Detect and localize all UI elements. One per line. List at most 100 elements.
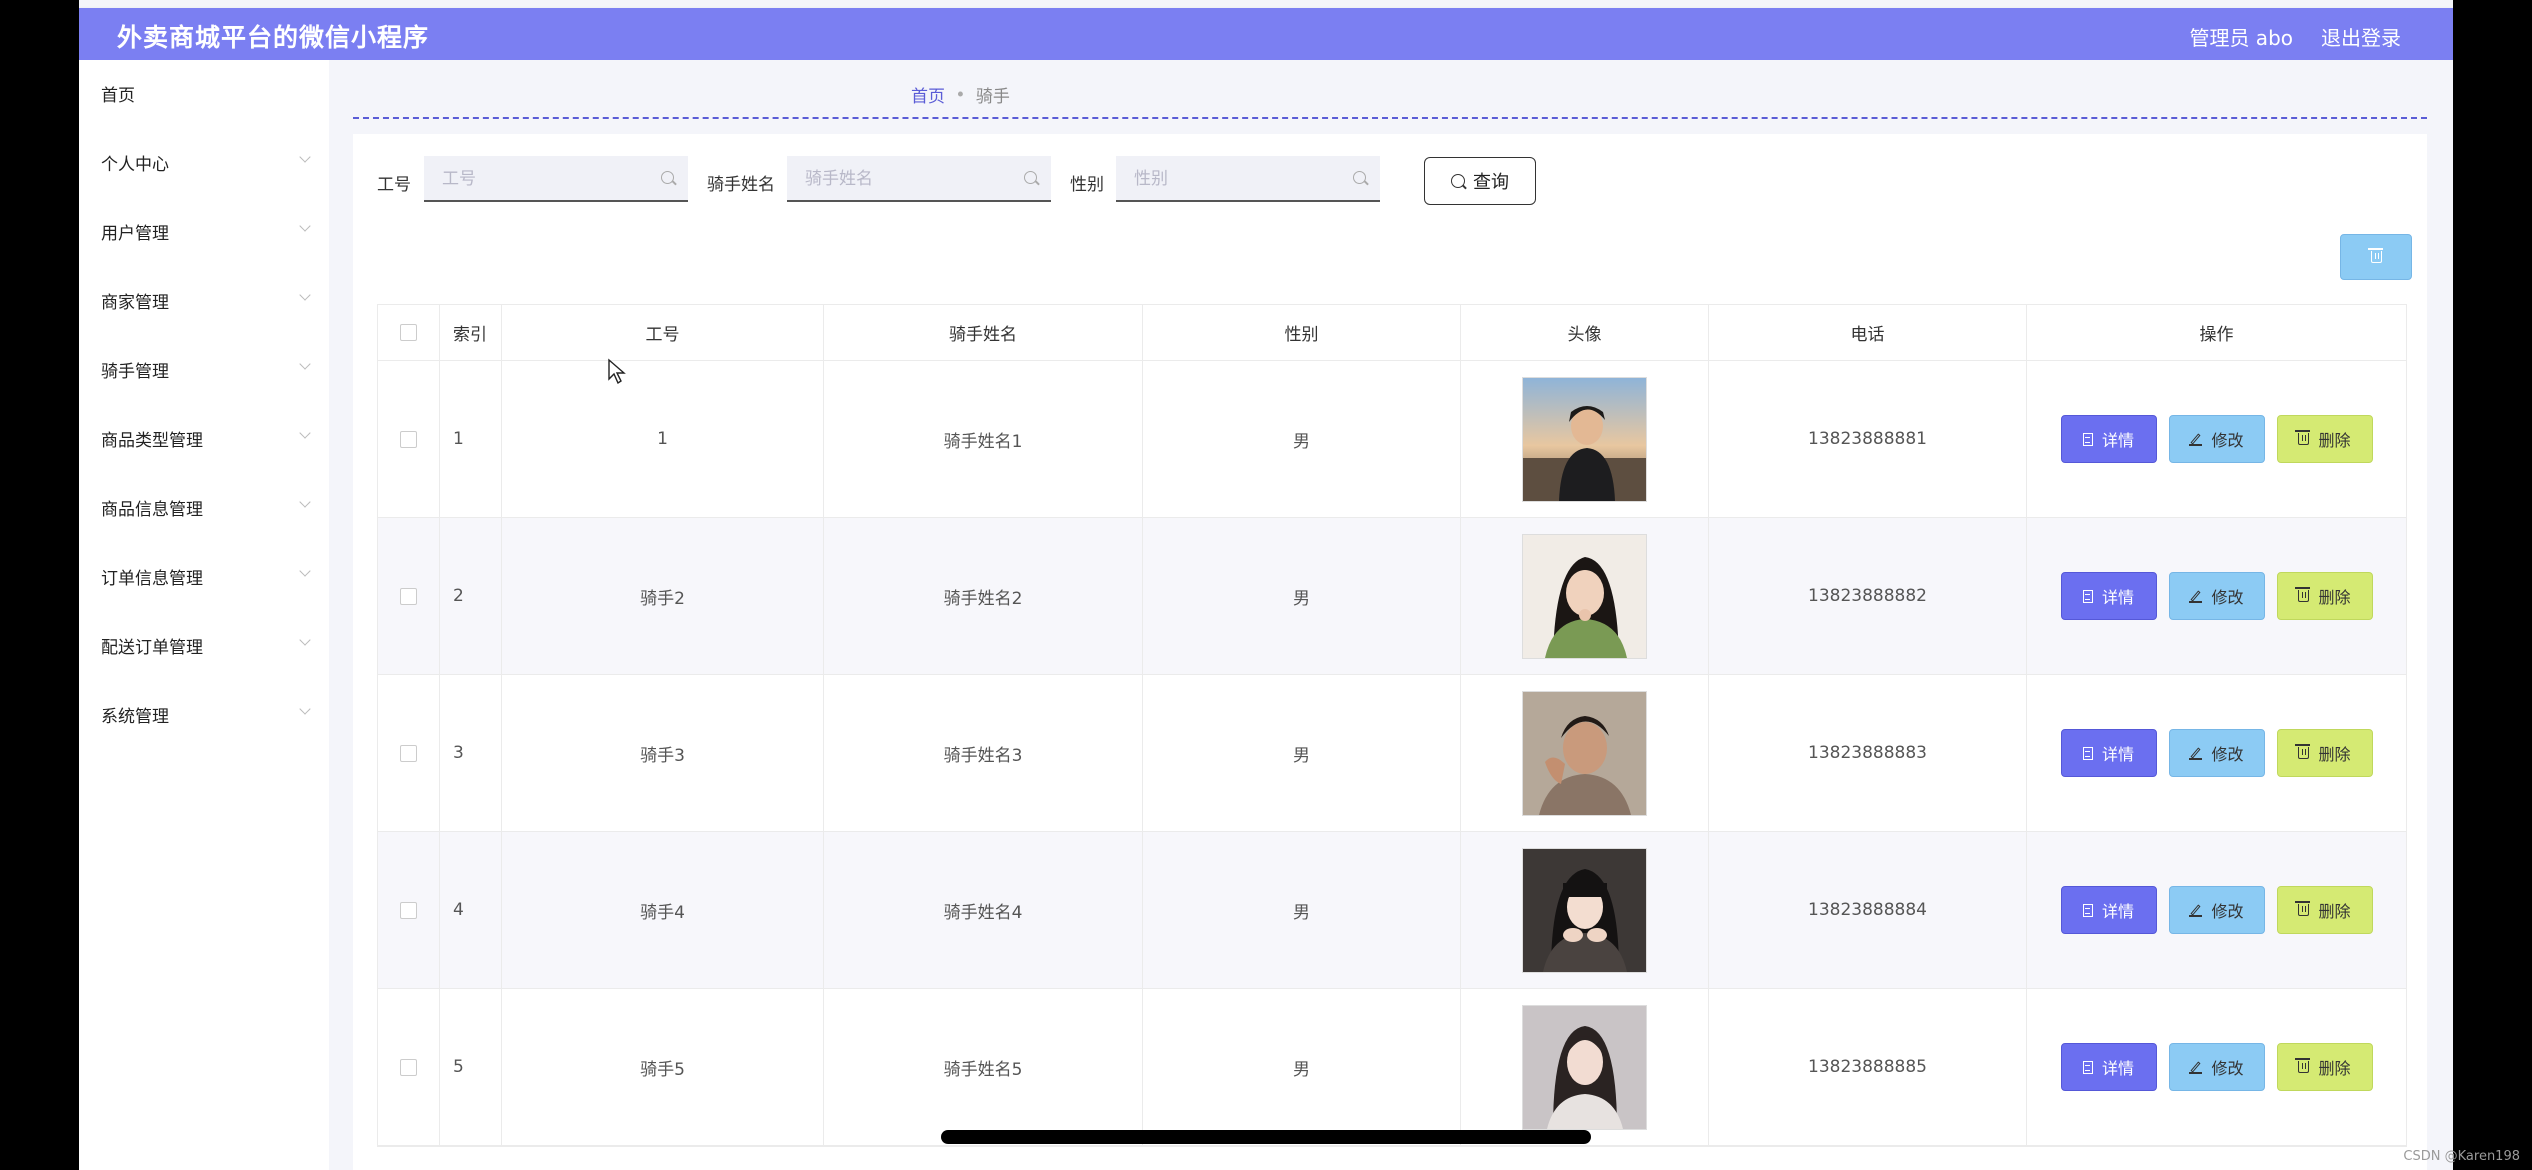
search-id-field[interactable]	[424, 156, 688, 202]
search-name-field[interactable]	[787, 156, 1051, 202]
trash-icon	[2295, 1058, 2311, 1073]
edit-button-label: 修改	[2211, 588, 2244, 607]
breadcrumb-home[interactable]: 首页	[911, 82, 945, 107]
table-row: 5 骑手5 骑手姓名5 男 13823888885 详情 修改 删除	[378, 989, 2406, 1146]
edit-button[interactable]: 修改	[2168, 572, 2265, 620]
sidebar-item-label: 商品信息管理	[101, 499, 203, 520]
sidebar-item-label: 订单信息管理	[101, 568, 203, 589]
detail-button[interactable]: 详情	[2060, 1043, 2157, 1091]
cell-index: 2	[440, 518, 502, 674]
sidebar: 首页 个人中心 用户管理 商家管理 骑手管理 商品类型管理 商品信息管理 订单信…	[79, 60, 329, 1170]
row-checkbox[interactable]	[400, 744, 417, 762]
document-icon	[2082, 1060, 2093, 1074]
row-select-cell	[378, 361, 440, 517]
sidebar-item-delivery-order-management[interactable]: 配送订单管理	[101, 630, 321, 660]
cell-actions: 详情 修改 删除	[2027, 675, 2406, 831]
search-icon	[661, 171, 674, 184]
chevron-down-icon	[299, 289, 311, 301]
delete-button-label: 删除	[2318, 431, 2351, 450]
sidebar-item-order-info-management[interactable]: 订单信息管理	[101, 561, 321, 591]
search-id-input[interactable]	[440, 166, 654, 192]
avatar	[1522, 533, 1647, 659]
search-name-input[interactable]	[803, 166, 1017, 192]
bulk-delete-button[interactable]	[2340, 234, 2412, 280]
breadcrumb-current: 骑手	[975, 87, 1010, 107]
row-checkbox[interactable]	[400, 587, 417, 605]
search-gender-input[interactable]	[1132, 166, 1346, 192]
chevron-down-icon	[299, 358, 311, 370]
sidebar-item-label: 个人中心	[101, 154, 169, 175]
cell-avatar	[1461, 518, 1709, 674]
row-checkbox[interactable]	[400, 430, 417, 448]
cell-avatar	[1461, 832, 1709, 988]
delete-button[interactable]: 删除	[2276, 1043, 2373, 1091]
cell-gender: 男	[1143, 518, 1461, 674]
sidebar-item-personal-center[interactable]: 个人中心	[101, 147, 321, 177]
select-all-checkbox[interactable]	[400, 324, 417, 341]
home-indicator[interactable]	[941, 1130, 1591, 1144]
column-header-actions: 操作	[2199, 325, 2234, 345]
chevron-down-icon	[299, 151, 311, 163]
row-select-cell	[378, 989, 440, 1145]
table-row: 2 骑手2 骑手姓名2 男 13823888882 详情 修改 删除	[378, 518, 2406, 675]
document-icon	[2082, 432, 2093, 446]
document-icon	[2082, 746, 2093, 760]
detail-button[interactable]: 详情	[2060, 572, 2157, 620]
cell-index: 5	[440, 989, 502, 1145]
cell-id: 骑手4	[502, 832, 824, 988]
edit-icon	[2189, 590, 2203, 603]
sidebar-item-system-management[interactable]: 系统管理	[101, 699, 321, 729]
detail-button-label: 详情	[2101, 431, 2134, 450]
sidebar-item-rider-management[interactable]: 骑手管理	[101, 354, 321, 384]
cell-actions: 详情 修改 删除	[2027, 361, 2406, 517]
sidebar-item-product-info-management[interactable]: 商品信息管理	[101, 492, 321, 522]
avatar	[1522, 690, 1647, 816]
edit-button[interactable]: 修改	[2168, 1043, 2265, 1091]
delete-button-label: 删除	[2318, 745, 2351, 764]
column-header-index: 索引	[440, 305, 502, 360]
trash-icon	[2367, 248, 2383, 263]
row-checkbox[interactable]	[400, 901, 417, 919]
delete-button[interactable]: 删除	[2276, 572, 2373, 620]
delete-button[interactable]: 删除	[2276, 415, 2373, 463]
detail-button[interactable]: 详情	[2060, 415, 2157, 463]
sidebar-item-user-management[interactable]: 用户管理	[101, 216, 321, 246]
search-gender-field[interactable]	[1116, 156, 1380, 202]
row-checkbox[interactable]	[400, 1058, 417, 1076]
table-row: 4 骑手4 骑手姓名4 男 13823888884 详情 修改 删除	[378, 832, 2406, 989]
document-icon	[2082, 903, 2093, 917]
cell-name: 骑手姓名3	[824, 675, 1143, 831]
edit-button[interactable]: 修改	[2168, 886, 2265, 934]
delete-button-label: 删除	[2318, 588, 2351, 607]
delete-button-label: 删除	[2318, 1059, 2351, 1078]
detail-button[interactable]: 详情	[2060, 886, 2157, 934]
sidebar-item-label: 商家管理	[101, 292, 169, 313]
cell-name: 骑手姓名1	[824, 361, 1143, 517]
chevron-down-icon	[299, 427, 311, 439]
sidebar-item-merchant-management[interactable]: 商家管理	[101, 285, 321, 315]
query-button[interactable]: 查询	[1424, 157, 1536, 205]
delete-button-label: 删除	[2318, 902, 2351, 921]
row-select-cell	[378, 518, 440, 674]
sidebar-item-label: 系统管理	[101, 706, 169, 727]
detail-button-label: 详情	[2101, 1059, 2134, 1078]
admin-user-label[interactable]: 管理员 abo	[2189, 22, 2293, 51]
query-button-label: 查询	[1473, 172, 1509, 193]
cell-phone: 13823888883	[1709, 675, 2027, 831]
edit-button[interactable]: 修改	[2168, 415, 2265, 463]
edit-button-label: 修改	[2211, 431, 2244, 450]
logout-link[interactable]: 退出登录	[2321, 22, 2401, 51]
edit-button[interactable]: 修改	[2168, 729, 2265, 777]
detail-button[interactable]: 详情	[2060, 729, 2157, 777]
detail-button-label: 详情	[2101, 745, 2134, 764]
sidebar-item-product-type-management[interactable]: 商品类型管理	[101, 423, 321, 453]
avatar	[1522, 847, 1647, 973]
delete-button[interactable]: 删除	[2276, 886, 2373, 934]
edit-button-label: 修改	[2211, 1059, 2244, 1078]
delete-button[interactable]: 删除	[2276, 729, 2373, 777]
cell-index: 3	[440, 675, 502, 831]
edit-button-label: 修改	[2211, 745, 2244, 764]
sidebar-item-home[interactable]: 首页	[101, 78, 321, 108]
cell-phone: 13823888881	[1709, 361, 2027, 517]
rider-list-panel: 工号 骑手姓名 性别 查询	[353, 134, 2427, 1170]
